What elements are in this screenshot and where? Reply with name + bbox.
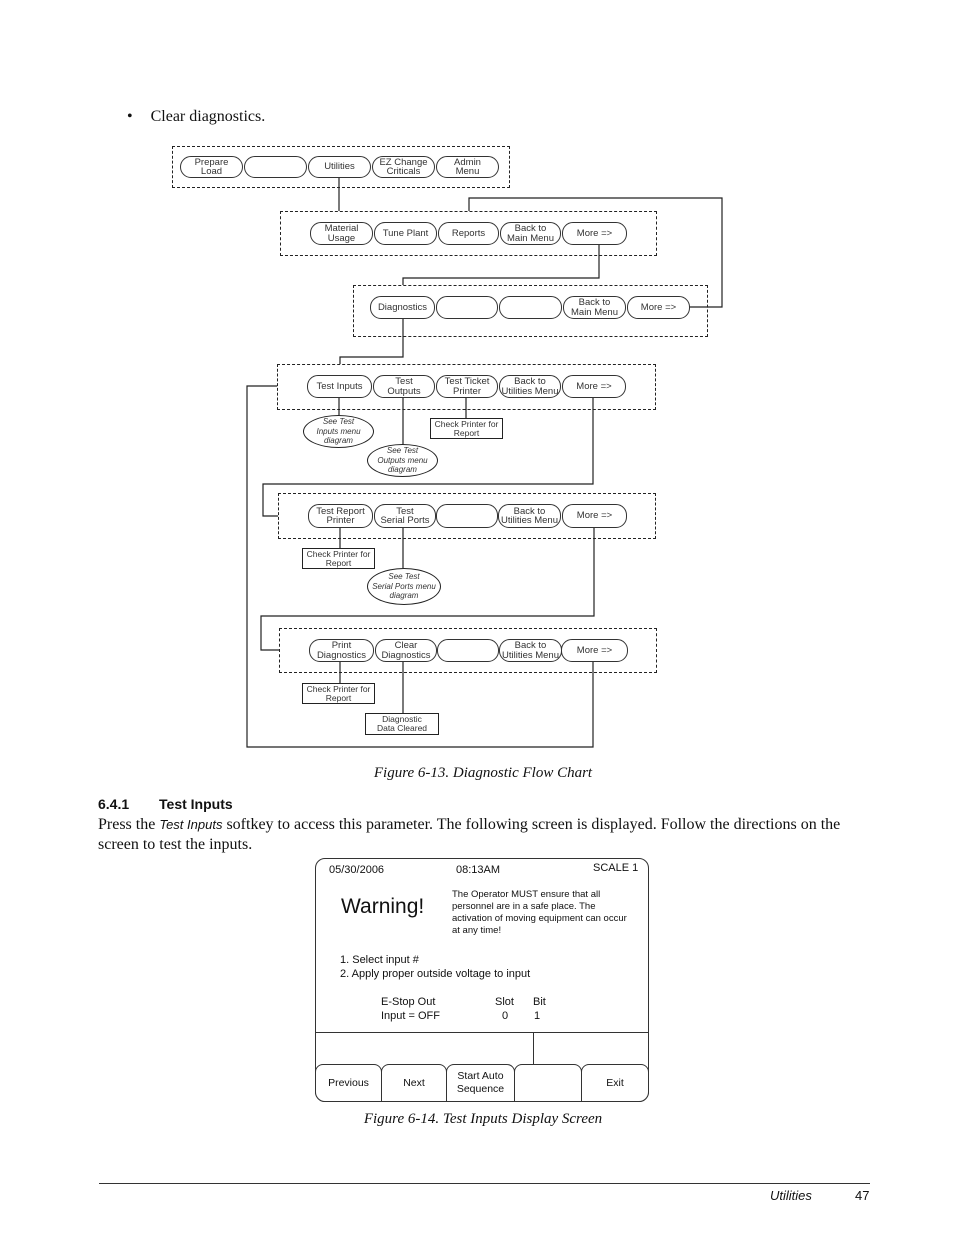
test-inputs-display-screen: 05/30/2006 08:13AM SCALE 1 Warning! The … — [315, 858, 649, 1102]
note-see-test-outputs: See Test Outputs menu diagram — [367, 444, 438, 477]
softkey-reports: Reports — [438, 222, 499, 245]
bit-value: 1 — [534, 1010, 541, 1022]
softkey-next[interactable]: Next — [381, 1064, 447, 1102]
softkey-blank — [244, 156, 307, 178]
warning-title: Warning! — [341, 895, 425, 918]
softkey-test-outputs: Test Outputs — [373, 375, 435, 398]
softkey-exit[interactable]: Exit — [581, 1064, 649, 1102]
figure-caption: Figure 6-13. Diagnostic Flow Chart — [373, 765, 593, 781]
softkey-back-to-utilities-menu: Back to Utilities Menu — [499, 639, 562, 662]
softkey-more: More => — [562, 222, 627, 245]
softkey-back-to-utilities-menu: Back to Utilities Menu — [499, 375, 561, 398]
divider — [316, 1032, 648, 1033]
softkey-blank — [436, 504, 498, 528]
softkey-previous[interactable]: Previous — [315, 1064, 382, 1102]
bit-label: Bit — [533, 996, 546, 1008]
footer-rule — [99, 1183, 870, 1184]
softkey-prepare-load: Prepare Load — [180, 156, 243, 178]
softkey-more: More => — [627, 296, 690, 319]
softkey-test-ticket-printer: Test Ticket Printer — [436, 375, 498, 398]
slot-value: 0 — [502, 1010, 509, 1022]
note-see-test-serial-ports: See Test Serial Ports menu diagram — [367, 568, 441, 605]
connector — [246, 385, 594, 748]
screen-date: 05/30/2006 — [329, 864, 385, 876]
input-state: Input = OFF — [381, 1010, 440, 1022]
instruction-step-2: 2. Apply proper outside voltage to input — [340, 968, 531, 980]
slot-label: Slot — [495, 996, 514, 1008]
softkey-start-auto-sequence[interactable]: Start Auto Sequence — [446, 1064, 515, 1102]
divider — [533, 1032, 534, 1064]
screen-time: 08:13AM — [456, 864, 501, 876]
note-check-printer: Check Printer for Report — [430, 418, 503, 439]
instruction-step-1: 1. Select input # — [340, 954, 419, 966]
footer-section: Utilities — [770, 1188, 812, 1203]
screen-scale: SCALE 1 — [593, 862, 639, 874]
softkey-utilities: Utilities — [308, 156, 371, 178]
section-title: Test Inputs — [159, 796, 233, 812]
softkey-test-report-printer: Test Report Printer — [308, 504, 373, 528]
softkey-diagnostics: Diagnostics — [370, 296, 435, 319]
softkey-admin-menu: Admin Menu — [436, 156, 499, 178]
note-check-printer: Check Printer for Report — [302, 548, 375, 569]
input-name: E-Stop Out — [381, 996, 436, 1008]
softkey-back-to-main-menu: Back to Main Menu — [500, 222, 561, 245]
document-page: • Clear diagnostics. Prepare Load Utilit… — [0, 0, 954, 1235]
softkey-tune-plant: Tune Plant — [374, 222, 437, 245]
section-heading: 6.4.1 Test Inputs — [98, 796, 233, 812]
softkey-blank[interactable] — [514, 1064, 582, 1102]
note-diagnostic-data-cleared: Diagnostic Data Cleared — [365, 713, 439, 735]
softkey-print-diagnostics: Print Diagnostics — [309, 639, 374, 662]
softkey-back-to-utilities-menu: Back to Utilities Menu — [498, 504, 561, 528]
softkey-back-to-main-menu: Back to Main Menu — [563, 296, 626, 319]
paragraph-text: Press the — [98, 816, 160, 833]
softkey-more: More => — [562, 504, 627, 528]
softkey-more: More => — [562, 375, 626, 398]
note-see-test-inputs: See Test Inputs menu diagram — [303, 415, 374, 448]
note-check-printer: Check Printer for Report — [302, 683, 375, 704]
body-paragraph: Press the Test Inputs softkey to access … — [98, 815, 878, 855]
warning-text: The Operator MUST ensure that all person… — [452, 889, 627, 936]
softkey-blank — [436, 296, 498, 319]
page-number: 47 — [855, 1188, 870, 1203]
softkey-blank — [499, 296, 562, 319]
softkey-material-usage: Material Usage — [310, 222, 373, 245]
section-number: 6.4.1 — [98, 796, 130, 812]
figure-caption: Figure 6-14. Test Inputs Display Screen — [363, 1111, 603, 1127]
softkey-ez-change-criticals: EZ Change Criticals — [372, 156, 435, 178]
softkey-test-serial-ports: Test Serial Ports — [374, 504, 436, 528]
softkey-blank — [437, 639, 499, 662]
softkey-more: More => — [561, 639, 628, 662]
softkey-test-inputs: Test Inputs — [307, 375, 372, 398]
softkey-clear-diagnostics: Clear Diagnostics — [375, 639, 437, 662]
softkey-reference: Test Inputs — [159, 817, 223, 832]
